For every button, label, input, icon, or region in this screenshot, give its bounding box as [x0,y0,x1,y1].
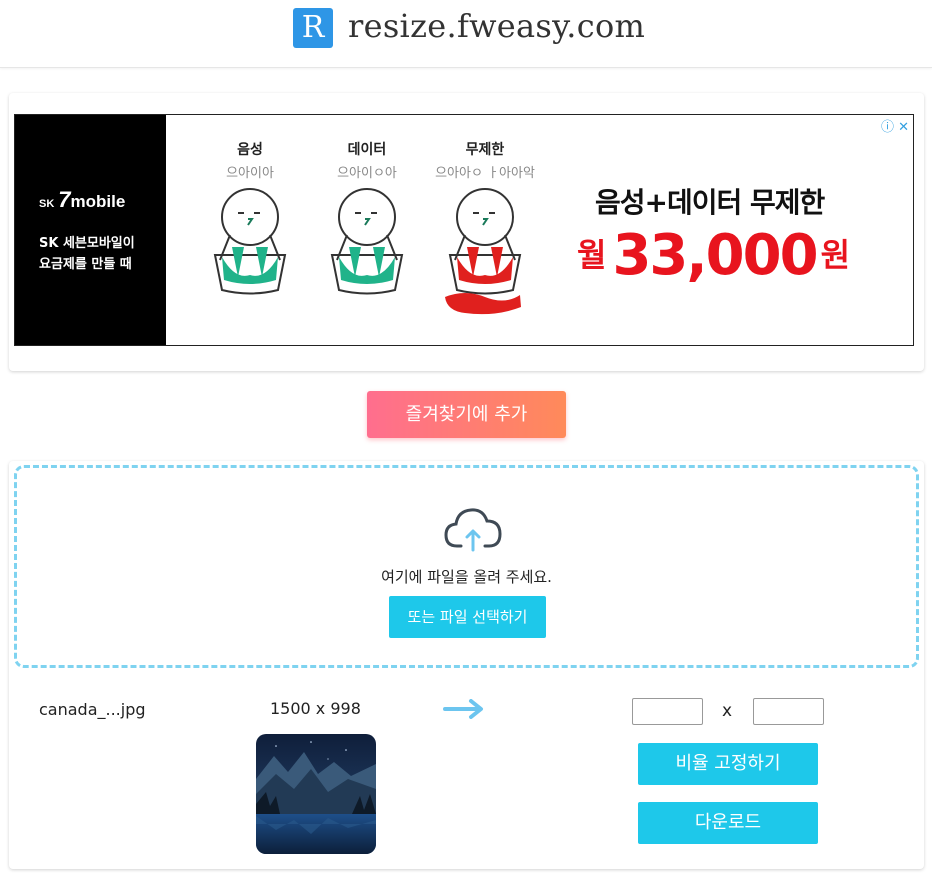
ad-card: SK 7mobile SK 세븐모바일이 요금제를 만들 때 음성 으아이아 데이… [9,93,924,371]
lock-ratio-button[interactable]: 비율 고정하기 [638,743,818,785]
ad-cartoon-data: 데이터 으아이ㅇ아 [307,115,427,345]
times-symbol: x [722,701,733,721]
cartoon-figure-icon [330,188,404,295]
select-file-button[interactable]: 또는 파일 선택하기 [389,596,546,638]
arrow-right-icon [443,699,483,719]
download-button[interactable]: 다운로드 [638,802,818,844]
height-input[interactable] [753,698,824,725]
ad-banner[interactable]: SK 7mobile SK 세븐모바일이 요금제를 만들 때 음성 으아이아 데이… [14,114,914,346]
site-header: R resize.fweasy.com [0,0,932,68]
add-favorite-button[interactable]: 즐겨찾기에 추가 [367,391,566,438]
image-thumbnail [256,734,376,854]
cartoon-figure-icon [213,188,287,295]
ad-slogan-line1: SK 세븐모바일이 [39,236,135,251]
cloud-upload-icon [444,508,502,552]
ad-brand-logo: SK 7mobile [39,187,126,212]
ad-price: 월 33,000 원 [577,223,851,288]
site-name[interactable]: resize.fweasy.com [348,4,645,48]
original-dimensions: 1500 x 998 [270,699,361,718]
width-input[interactable] [632,698,703,725]
ad-brand-panel: SK 7mobile SK 세븐모바일이 요금제를 만들 때 [15,115,166,345]
logo-icon[interactable]: R [293,8,333,48]
ad-slogan-line2: 요금제를 만들 때 [39,257,132,272]
cartoon-figure-icon [445,188,522,315]
file-dropzone[interactable]: 여기에 파일을 올려 주세요. 또는 파일 선택하기 [14,465,919,668]
ad-cartoon-voice: 음성 으아이아 [190,115,310,345]
ad-info-close-icon[interactable]: ⓘ ✕ [881,116,909,135]
file-name: canada_...jpg [39,700,146,719]
resize-card: 여기에 파일을 올려 주세요. 또는 파일 선택하기 canada_...jpg… [9,461,924,869]
ad-headline: 음성+데이터 무제한 [595,186,825,219]
dropzone-prompt: 여기에 파일을 올려 주세요. [381,568,552,586]
ad-cartoon-unlimited: 무제한 으아아ㅇ ㅏ아아악 [425,115,545,345]
